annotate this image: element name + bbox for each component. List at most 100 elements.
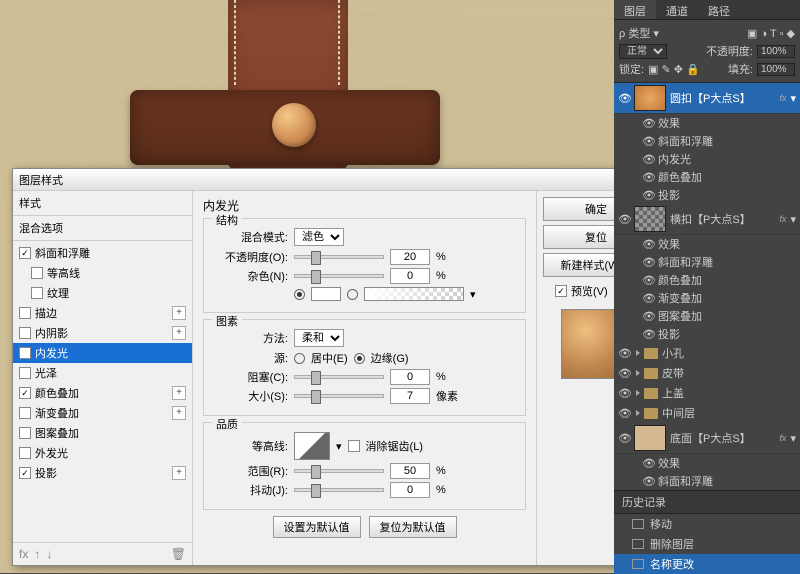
eye-icon[interactable]: 👁 [642,117,654,130]
color-radio[interactable] [294,289,305,300]
fx-item[interactable]: 👁斜面和浮雕 [614,253,800,271]
gradient-swatch[interactable] [364,287,464,301]
color-swatch[interactable] [311,287,341,301]
noise-input[interactable] [390,268,430,284]
size-slider[interactable] [294,394,384,398]
style-contour[interactable]: 等高线 [13,263,192,283]
contour-picker[interactable] [294,432,330,460]
folder-row[interactable]: 👁皮带 [614,363,800,383]
layer-thumb[interactable] [634,206,666,232]
styles-header[interactable]: 样式 [13,191,192,216]
tab-channels[interactable]: 通道 [656,0,698,19]
folder-row[interactable]: 👁上盖 [614,383,800,403]
style-coloroverlay[interactable]: ✓颜色叠加+ [13,383,192,403]
fx-item[interactable]: 👁渐变叠加 [614,289,800,307]
fx-item[interactable]: 👁颜色叠加 [614,168,800,186]
triangle-icon[interactable] [636,410,640,416]
checkbox-icon[interactable] [19,367,31,379]
dialog-titlebar[interactable]: 图层样式 ✕ [13,169,655,191]
noise-slider[interactable] [294,274,384,278]
checkbox-icon[interactable]: ✓ [19,387,31,399]
history-tab[interactable]: 历史记录 [614,491,800,514]
eye-icon[interactable]: 👁 [642,189,654,202]
eye-icon[interactable]: 👁 [618,387,632,400]
history-item[interactable]: 删除图层 [614,534,800,554]
style-innershadow[interactable]: 内阴影+ [13,323,192,343]
checkbox-icon[interactable] [19,407,31,419]
layer-thumb[interactable] [634,85,666,111]
set-default-button[interactable]: 设置为默认值 [273,516,361,538]
fx-item[interactable]: 👁图案叠加 [614,307,800,325]
layer-row[interactable]: 👁底面【P大点S】fx▾ [614,423,800,454]
fx-badge[interactable]: fx [779,93,786,103]
style-dropshadow[interactable]: ✓投影+ [13,463,192,483]
antialias-checkbox[interactable] [348,440,360,452]
chevron-down-icon[interactable]: ▾ [790,92,796,105]
eye-icon[interactable]: 👁 [618,407,632,420]
style-stroke[interactable]: 描边+ [13,303,192,323]
up-icon[interactable]: ↑ [34,547,40,561]
style-outerglow[interactable]: 外发光 [13,443,192,463]
blend-options-item[interactable]: 混合选项 [13,216,192,241]
style-gradoverlay[interactable]: 渐变叠加+ [13,403,192,423]
checkbox-icon[interactable]: ✓ [19,347,31,359]
trash-icon[interactable]: 🗑 [171,547,186,561]
fx-item[interactable]: 👁斜面和浮雕 [614,132,800,150]
source-edge-radio[interactable] [354,353,365,364]
jitter-input[interactable] [390,482,430,498]
triangle-icon[interactable] [636,390,640,396]
opacity-slider[interactable] [294,255,384,259]
triangle-icon[interactable] [636,350,640,356]
layer-row[interactable]: 👁横扣【P大点S】fx▾ [614,204,800,235]
plus-icon[interactable]: + [172,386,186,400]
fx-icon[interactable]: fx [19,547,28,561]
eye-icon[interactable]: 👁 [618,347,632,360]
folder-row[interactable]: 👁中间层 [614,403,800,423]
style-bevel[interactable]: ✓斜面和浮雕 [13,243,192,263]
fill-input[interactable] [757,63,795,76]
chevron-down-icon[interactable]: ▾ [790,213,796,226]
checkbox-icon[interactable]: ✓ [19,467,31,479]
history-item[interactable]: 移动 [614,514,800,534]
plus-icon[interactable]: + [172,326,186,340]
plus-icon[interactable]: + [172,406,186,420]
style-satin[interactable]: 光泽 [13,363,192,383]
fx-badge[interactable]: fx [779,214,786,224]
eye-icon[interactable]: 👁 [618,92,630,105]
fx-header[interactable]: 👁效果 [614,114,800,132]
fx-item[interactable]: 👁投影 [614,186,800,204]
fx-item[interactable]: 👁投影 [614,325,800,343]
chevron-down-icon[interactable]: ▾ [790,432,796,445]
size-input[interactable] [390,388,430,404]
layer-opacity-input[interactable] [757,45,795,58]
fx-header[interactable]: 👁效果 [614,454,800,472]
gradient-radio[interactable] [347,289,358,300]
tab-layers[interactable]: 图层 [614,0,656,19]
eye-icon[interactable]: 👁 [642,328,654,341]
blendmode-select[interactable]: 滤色 [294,228,344,246]
fx-item[interactable]: 👁颜色叠加 [614,271,800,289]
checkbox-icon[interactable] [19,327,31,339]
range-input[interactable] [390,463,430,479]
choke-input[interactable] [390,369,430,385]
style-innerglow[interactable]: ✓内发光 [13,343,192,363]
reset-default-button[interactable]: 复位为默认值 [369,516,457,538]
eye-icon[interactable]: 👁 [642,475,654,488]
choke-slider[interactable] [294,375,384,379]
down-icon[interactable]: ↓ [46,547,52,561]
fx-header[interactable]: 👁效果 [614,235,800,253]
checkbox-icon[interactable] [31,287,43,299]
jitter-slider[interactable] [294,488,384,492]
style-patternoverlay[interactable]: 图案叠加 [13,423,192,443]
eye-icon[interactable]: 👁 [642,457,654,470]
checkbox-icon[interactable] [19,447,31,459]
eye-icon[interactable]: 👁 [618,432,630,445]
eye-icon[interactable]: 👁 [642,171,654,184]
blend-select[interactable]: 正常 [619,44,667,59]
eye-icon[interactable]: 👁 [642,310,654,323]
plus-icon[interactable]: + [172,306,186,320]
eye-icon[interactable]: 👁 [642,153,654,166]
fx-item[interactable]: 👁斜面和浮雕 [614,472,800,490]
range-slider[interactable] [294,469,384,473]
eye-icon[interactable]: 👁 [618,213,630,226]
